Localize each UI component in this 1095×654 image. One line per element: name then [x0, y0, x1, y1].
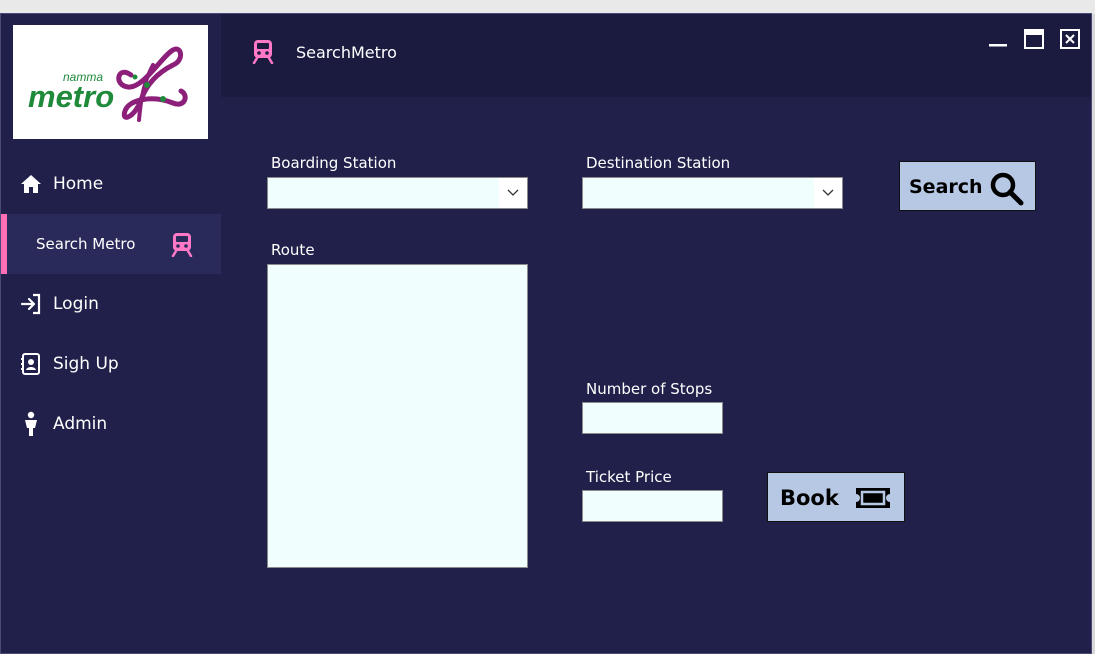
sidebar-item-label: Login — [53, 294, 99, 314]
ticket-icon — [853, 484, 893, 516]
sidebar-item-home[interactable]: Home — [1, 154, 221, 214]
train-icon — [169, 231, 195, 258]
sidebar-item-search-metro[interactable]: Search Metro — [1, 214, 221, 274]
boarding-station-select[interactable] — [267, 177, 528, 209]
number-of-stops-label: Number of Stops — [586, 380, 713, 398]
minimize-button[interactable] — [987, 28, 1009, 50]
sidebar-item-admin[interactable]: Admin — [1, 394, 221, 454]
background-window-strip — [0, 0, 1095, 14]
sidebar-item-sign-up[interactable]: Sigh Up — [1, 334, 221, 394]
contact-card-icon — [19, 352, 43, 376]
book-button[interactable]: Book — [767, 472, 905, 522]
page-title: SearchMetro — [296, 43, 397, 62]
search-button-label: Search — [909, 176, 983, 198]
destination-station-label: Destination Station — [586, 154, 731, 172]
home-icon — [19, 172, 43, 196]
route-textarea[interactable] — [267, 264, 528, 568]
sidebar-item-label: Search Metro — [36, 235, 136, 253]
search-icon — [988, 170, 1026, 210]
logo-big-text: metro — [28, 79, 114, 114]
search-button[interactable]: Search — [899, 161, 1036, 211]
maximize-button[interactable] — [1023, 28, 1045, 50]
sidebar: namma metro Home Search Metro Login Sigh… — [1, 14, 221, 653]
active-indicator — [1, 214, 7, 274]
sidebar-item-label: Admin — [53, 414, 108, 434]
namma-metro-logo: namma metro — [13, 25, 208, 139]
route-label: Route — [271, 241, 315, 259]
sidebar-item-label: Sigh Up — [53, 354, 119, 374]
sidebar-item-login[interactable]: Login — [1, 274, 221, 334]
close-button[interactable] — [1059, 28, 1081, 50]
title-bar: SearchMetro — [221, 14, 1091, 97]
number-of-stops-field[interactable] — [582, 402, 723, 434]
sidebar-item-label: Home — [53, 174, 104, 194]
chevron-down-icon[interactable] — [814, 178, 842, 208]
app-window: namma metro Home Search Metro Login Sigh… — [0, 13, 1092, 654]
boarding-station-label: Boarding Station — [271, 154, 397, 172]
person-icon — [19, 411, 43, 436]
book-button-label: Book — [780, 486, 839, 510]
login-icon — [19, 292, 43, 316]
ticket-price-label: Ticket Price — [586, 468, 672, 486]
ticket-price-field[interactable] — [582, 490, 723, 522]
chevron-down-icon[interactable] — [499, 178, 527, 208]
destination-station-select[interactable] — [582, 177, 843, 209]
train-icon — [250, 38, 276, 65]
